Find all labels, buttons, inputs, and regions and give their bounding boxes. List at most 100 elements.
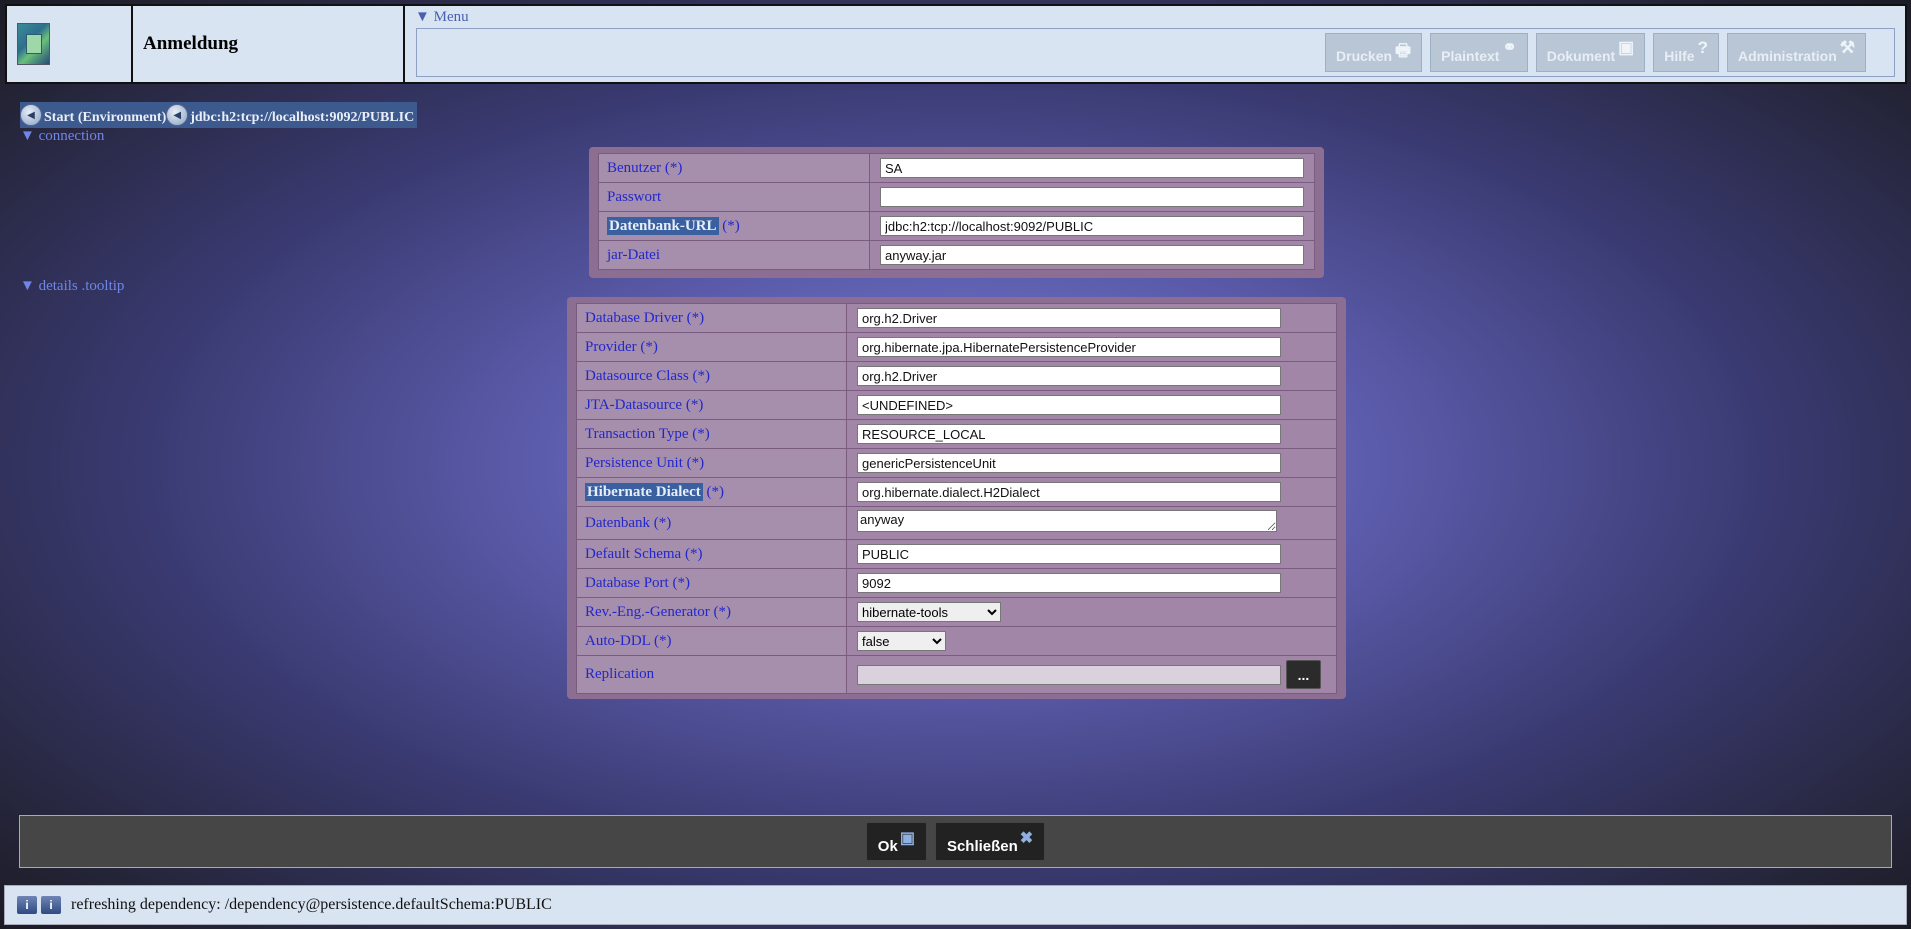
database-port-input[interactable] bbox=[857, 573, 1281, 593]
help-button-label: Hilfe bbox=[1664, 48, 1695, 64]
field-label-rest: (*) bbox=[718, 217, 740, 234]
auto-ddl-select[interactable]: false bbox=[857, 631, 946, 651]
field-value-cell bbox=[869, 211, 1315, 241]
form-row: Default Schema (*) bbox=[576, 539, 1337, 569]
transaction-type-input[interactable] bbox=[857, 424, 1281, 444]
details-form: Database Driver (*) Provider (*) Datasou… bbox=[576, 303, 1337, 694]
ok-icon: ▣ bbox=[899, 830, 915, 847]
form-row: Datenbank-URL (*) bbox=[598, 211, 1315, 241]
administration-button-label: Administration bbox=[1737, 48, 1837, 64]
provider-input[interactable] bbox=[857, 337, 1281, 357]
field-value-cell bbox=[846, 539, 1337, 569]
field-label: Database Driver (*) bbox=[576, 303, 847, 333]
app-logo bbox=[17, 23, 50, 65]
database-url-input[interactable] bbox=[880, 216, 1304, 236]
form-row: Database Driver (*) bbox=[576, 303, 1337, 333]
field-label: Provider (*) bbox=[576, 332, 847, 362]
field-label: Datenbank (*) bbox=[576, 506, 847, 540]
connection-form: Benutzer (*) Passwort Datenbank-URL (*) … bbox=[598, 153, 1315, 270]
document-icon: ▣ bbox=[1618, 38, 1635, 57]
menu-toggle[interactable]: ▼ Menu bbox=[415, 9, 469, 25]
header-bar: Anmeldung ▼ Menu Drucken 🖶 Plaintext ⚭ D… bbox=[5, 4, 1907, 84]
datasource-class-input[interactable] bbox=[857, 366, 1281, 386]
user-input[interactable] bbox=[880, 158, 1304, 178]
breadcrumb-item-start[interactable]: ◀ Start (Environment) bbox=[20, 104, 166, 128]
field-value-cell bbox=[846, 332, 1337, 362]
jta-datasource-input[interactable] bbox=[857, 395, 1281, 415]
page-title: Anmeldung bbox=[133, 6, 405, 82]
field-value-cell: anyway bbox=[846, 506, 1337, 540]
field-label: Transaction Type (*) bbox=[576, 419, 847, 449]
close-icon: ✖ bbox=[1019, 830, 1034, 847]
hibernate-dialect-input[interactable] bbox=[857, 482, 1281, 502]
back-arrow-icon: ◀ bbox=[20, 104, 42, 126]
form-row: Datasource Class (*) bbox=[576, 361, 1337, 391]
field-label: Benutzer (*) bbox=[598, 153, 870, 183]
field-label: Default Schema (*) bbox=[576, 539, 847, 569]
print-button[interactable]: Drucken 🖶 bbox=[1325, 33, 1423, 72]
field-value-cell: hibernate-tools bbox=[846, 597, 1337, 627]
field-label: Datasource Class (*) bbox=[576, 361, 847, 391]
field-label: Passwort bbox=[598, 182, 870, 212]
field-label: Persistence Unit (*) bbox=[576, 448, 847, 478]
menu-toggle-label: Menu bbox=[433, 9, 469, 25]
form-row: JTA-Datasource (*) bbox=[576, 390, 1337, 420]
breadcrumb-label: jdbc:h2:tcp://localhost:9092/PUBLIC bbox=[190, 110, 415, 125]
field-value-cell bbox=[846, 568, 1337, 598]
field-label: Database Port (*) bbox=[576, 568, 847, 598]
field-label: Replication bbox=[576, 655, 847, 694]
footer-bar: Ok ▣ Schließen ✖ bbox=[19, 815, 1892, 868]
details-toggle[interactable]: ▼ details .tooltip bbox=[20, 278, 124, 295]
field-value-cell bbox=[846, 390, 1337, 420]
connection-panel: Benutzer (*) Passwort Datenbank-URL (*) … bbox=[589, 147, 1324, 278]
default-schema-input[interactable] bbox=[857, 544, 1281, 564]
field-value-cell: ... bbox=[846, 655, 1337, 694]
form-row: Rev.-Eng.-Generator (*) hibernate-tools bbox=[576, 597, 1337, 627]
close-button-label: Schließen bbox=[946, 838, 1018, 855]
help-button[interactable]: Hilfe ? bbox=[1653, 33, 1719, 72]
form-row: Auto-DDL (*) false bbox=[576, 626, 1337, 656]
status-text: refreshing dependency: /dependency@persi… bbox=[71, 896, 552, 913]
ok-button-label: Ok bbox=[877, 838, 898, 855]
document-button[interactable]: Dokument ▣ bbox=[1535, 33, 1646, 72]
close-button[interactable]: Schließen ✖ bbox=[934, 822, 1046, 861]
rev-eng-generator-select[interactable]: hibernate-tools bbox=[857, 602, 1001, 622]
field-label: Datenbank-URL (*) bbox=[598, 211, 870, 241]
form-row: jar-Datei bbox=[598, 240, 1315, 270]
plaintext-button-label: Plaintext bbox=[1441, 48, 1500, 64]
info-icon[interactable]: i bbox=[41, 896, 61, 914]
document-button-label: Dokument bbox=[1546, 48, 1616, 64]
plaintext-button[interactable]: Plaintext ⚭ bbox=[1430, 33, 1528, 72]
password-input[interactable] bbox=[880, 187, 1304, 207]
database-driver-input[interactable] bbox=[857, 308, 1281, 328]
form-row: Database Port (*) bbox=[576, 568, 1337, 598]
breadcrumb-label: Start (Environment) bbox=[44, 110, 167, 125]
field-value-cell: false bbox=[846, 626, 1337, 656]
replication-input bbox=[857, 664, 1281, 685]
replication-browse-button[interactable]: ... bbox=[1286, 660, 1321, 689]
status-bar: i i refreshing dependency: /dependency@p… bbox=[4, 885, 1907, 925]
print-button-label: Drucken bbox=[1336, 48, 1393, 64]
jar-file-input[interactable] bbox=[880, 245, 1304, 265]
field-value-cell bbox=[846, 419, 1337, 449]
field-label: Hibernate Dialect (*) bbox=[576, 477, 847, 507]
field-label: jar-Datei bbox=[598, 240, 870, 270]
field-value-cell bbox=[869, 153, 1315, 183]
administration-button[interactable]: Administration ⚒ bbox=[1726, 33, 1866, 72]
info-icon[interactable]: i bbox=[17, 896, 37, 914]
printer-icon: 🖶 bbox=[1395, 41, 1412, 60]
breadcrumb: ◀ Start (Environment) ◀ jdbc:h2:tcp://lo… bbox=[20, 102, 418, 128]
field-value-cell bbox=[846, 477, 1337, 507]
connection-toggle[interactable]: ▼ connection bbox=[20, 128, 104, 145]
back-arrow-icon: ◀ bbox=[166, 104, 189, 126]
details-toggle-label: details .tooltip bbox=[38, 278, 125, 294]
field-value-cell bbox=[846, 448, 1337, 478]
ok-button[interactable]: Ok ▣ bbox=[865, 822, 927, 861]
persistence-unit-input[interactable] bbox=[857, 453, 1281, 473]
form-row: Hibernate Dialect (*) bbox=[576, 477, 1337, 507]
datenbank-textarea[interactable]: anyway bbox=[857, 509, 1277, 532]
field-label: JTA-Datasource (*) bbox=[576, 390, 847, 420]
breadcrumb-item-connection[interactable]: ◀ jdbc:h2:tcp://localhost:9092/PUBLIC bbox=[166, 104, 414, 128]
logo-cell bbox=[7, 6, 133, 82]
form-row: Transaction Type (*) bbox=[576, 419, 1337, 449]
